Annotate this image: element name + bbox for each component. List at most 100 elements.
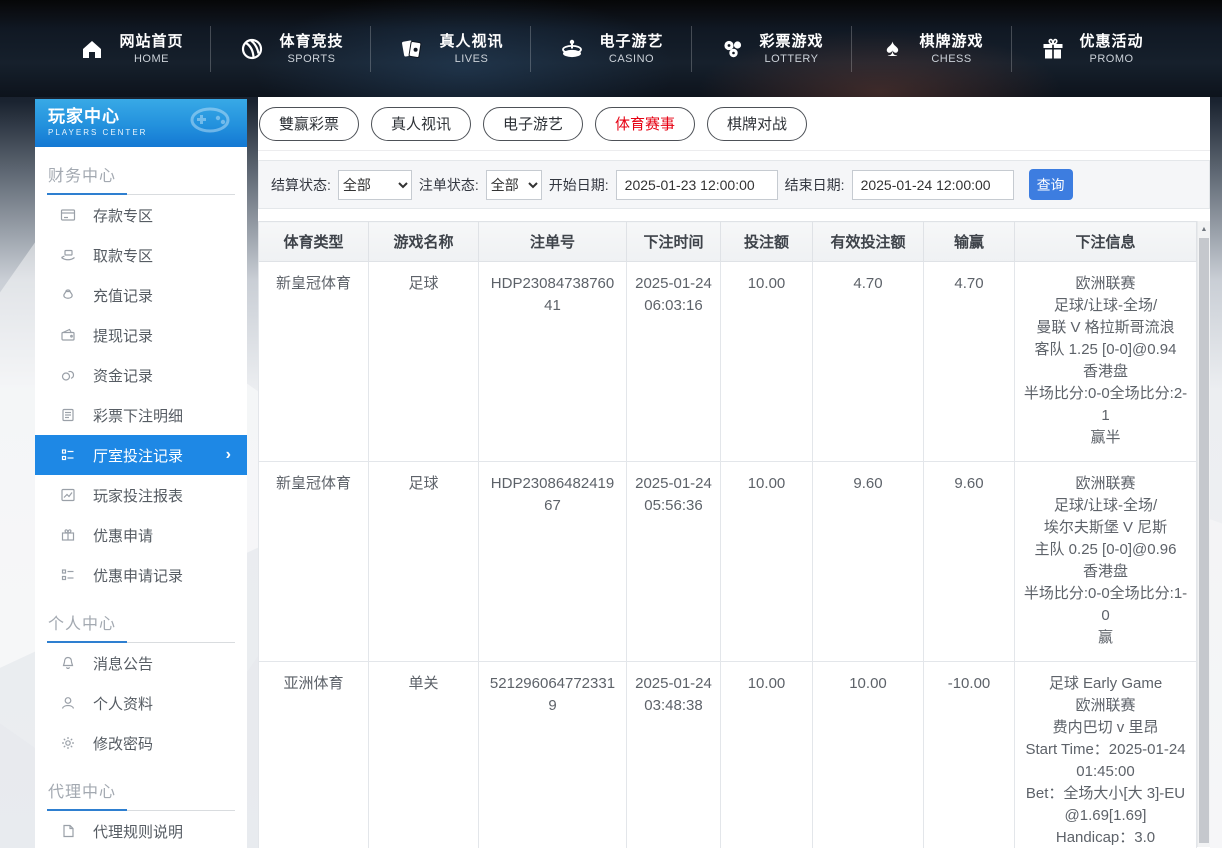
nav-label-en: HOME: [134, 52, 169, 66]
cell-valid-amount: 10.00: [813, 662, 924, 848]
tab-live[interactable]: 真人视讯: [371, 107, 471, 141]
sidebar-item-withdraw[interactable]: 取款专区: [35, 235, 247, 275]
sidebar-section-personal: 个人中心 消息公告 个人资料 修改密码: [35, 595, 247, 763]
cell-sport: 新皇冠体育: [259, 462, 369, 662]
nav-label-zh: 电子游艺: [599, 32, 663, 52]
sidebar-item-hall-bet-record[interactable]: 厅室投注记录 ›: [35, 435, 247, 475]
report-chart-icon: [60, 487, 76, 503]
cell-amount: 10.00: [721, 262, 813, 462]
cell-sport: 新皇冠体育: [259, 262, 369, 462]
end-date-input[interactable]: [852, 170, 1014, 200]
nav-item-casino[interactable]: 电子游艺 CASINO: [531, 26, 691, 72]
promo-gift-icon: [60, 527, 76, 543]
cell-bet-info: 足球 Early Game 欧洲联赛 费内巴切 v 里昂 Start Time：…: [1015, 662, 1197, 848]
col-header-time: 下注时间: [627, 222, 721, 262]
nav-item-chess[interactable]: ♠ 棋牌游戏 CHESS: [852, 26, 1012, 72]
sidebar-item-label: 厅室投注记录: [93, 445, 183, 466]
list-icon: [60, 447, 76, 463]
settle-status-select[interactable]: 全部: [338, 170, 412, 200]
sidebar-item-label: 玩家投注报表: [93, 485, 183, 506]
cell-winloss: 4.70: [924, 262, 1015, 462]
nav-label-zh: 体育竞技: [279, 32, 343, 52]
sidebar-item-agent-rules[interactable]: 代理规则说明: [35, 811, 247, 848]
nav-label-zh: 棋牌游戏: [920, 32, 984, 52]
cell-game: 足球: [369, 462, 479, 662]
sidebar-item-label: 取款专区: [93, 245, 153, 266]
cell-game: 单关: [369, 662, 479, 848]
tab-casino[interactable]: 电子游艺: [483, 107, 583, 141]
query-button[interactable]: 查询: [1029, 169, 1073, 200]
top-navigation-bar: 网站首页 HOME 体育竞技 SPORTS 真人视讯: [0, 0, 1222, 97]
cell-bet-no: HDP2308473876041: [479, 262, 627, 462]
sidebar-item-label: 优惠申请: [93, 525, 153, 546]
tab-chess[interactable]: 棋牌对战: [707, 107, 807, 141]
cell-bet-info: 欧洲联赛 足球/让球-全场/ 埃尔夫斯堡 V 尼斯 主队 0.25 [0-0]@…: [1015, 462, 1197, 662]
table-row: 亚洲体育 单关 5212960647723319 2025-01-24 03:4…: [259, 662, 1197, 848]
category-tabs: 雙赢彩票 真人视讯 电子游艺 体育赛事 棋牌对战: [258, 97, 1210, 151]
sidebar-item-label: 充值记录: [93, 285, 153, 306]
sidebar-item-funds-record[interactable]: 资金记录: [35, 355, 247, 395]
person-icon: [60, 695, 76, 711]
cell-amount: 10.00: [721, 662, 813, 848]
sidebar-item-notices[interactable]: 消息公告: [35, 643, 247, 683]
cell-amount: 10.00: [721, 462, 813, 662]
sidebar-item-profile[interactable]: 个人资料: [35, 683, 247, 723]
cell-time: 2025-01-24 05:56:36: [627, 462, 721, 662]
cell-time: 2025-01-24 03:48:38: [627, 662, 721, 848]
nav-item-home[interactable]: 网站首页 HOME: [51, 26, 211, 72]
nav-label-zh: 彩票游戏: [760, 32, 824, 52]
bell-icon: [60, 655, 76, 671]
nav-item-sports[interactable]: 体育竞技 SPORTS: [211, 26, 371, 72]
cell-winloss: -10.00: [924, 662, 1015, 848]
sidebar-item-player-bet-report[interactable]: 玩家投注报表: [35, 475, 247, 515]
sidebar-item-promo-apply-record[interactable]: 优惠申请记录: [35, 555, 247, 595]
cell-sport: 亚洲体育: [259, 662, 369, 848]
spade-icon: ♠: [879, 35, 907, 63]
tab-sports[interactable]: 体育赛事: [595, 107, 695, 141]
sidebar-item-label: 资金记录: [93, 365, 153, 386]
home-icon: [78, 35, 106, 63]
sidebar-header: 玩家中心 PLAYERS CENTER: [35, 99, 247, 147]
filter-bar: 结算状态: 全部 注单状态: 全部 开始日期: 结束日期: 查询: [258, 160, 1210, 209]
cell-time: 2025-01-24 06:03:16: [627, 262, 721, 462]
nav-item-lottery[interactable]: 彩票游戏 LOTTERY: [692, 26, 852, 72]
settle-status-label: 结算状态:: [271, 175, 331, 195]
order-status-label: 注单状态:: [419, 175, 479, 195]
table-row: 新皇冠体育 足球 HDP2308473876041 2025-01-24 06:…: [259, 262, 1197, 462]
start-date-input[interactable]: [616, 170, 778, 200]
withdraw-hand-icon: [60, 247, 76, 263]
nav-label-en: CASINO: [609, 52, 654, 66]
sidebar: 玩家中心 PLAYERS CENTER 财务中心 存款专区 取款专区 充值记录: [35, 99, 247, 848]
sidebar-item-lottery-bet-detail[interactable]: 彩票下注明细: [35, 395, 247, 435]
tab-label: 棋牌对战: [727, 113, 787, 134]
sidebar-item-deposit[interactable]: 存款专区: [35, 195, 247, 235]
scrollbar-thumb[interactable]: [1199, 238, 1209, 843]
table-row: 新皇冠体育 足球 HDP2308648241967 2025-01-24 05:…: [259, 462, 1197, 662]
gift-icon: [1039, 35, 1067, 63]
sidebar-item-promo-apply[interactable]: 优惠申请: [35, 515, 247, 555]
bet-records-table: 体育类型 游戏名称 注单号 下注时间 投注额 有效投注额 输赢 下注信息 新皇冠…: [258, 221, 1197, 848]
file-icon: [60, 823, 76, 839]
nav-label-en: SPORTS: [287, 52, 335, 66]
sidebar-item-withdrawal-record[interactable]: 提现记录: [35, 315, 247, 355]
nav-label-en: PROMO: [1090, 52, 1134, 66]
table-header-row: 体育类型 游戏名称 注单号 下注时间 投注额 有效投注额 输赢 下注信息: [259, 222, 1197, 262]
sidebar-item-change-password[interactable]: 修改密码: [35, 723, 247, 763]
sidebar-item-recharge-record[interactable]: 充值记录: [35, 275, 247, 315]
nav-label-zh: 真人视讯: [439, 32, 503, 52]
scroll-up-icon[interactable]: ▲: [1198, 221, 1210, 237]
section-title-personal: 个人中心: [47, 595, 235, 643]
tab-lottery[interactable]: 雙赢彩票: [259, 107, 359, 141]
nav-label-en: LOTTERY: [764, 52, 818, 66]
sidebar-item-label: 彩票下注明细: [93, 405, 183, 426]
col-header-bet-no: 注单号: [479, 222, 627, 262]
tab-label: 电子游艺: [503, 113, 563, 134]
nav-item-lives[interactable]: 真人视讯 LIVES: [371, 26, 531, 72]
order-status-select[interactable]: 全部: [486, 170, 542, 200]
gamepad-icon: [187, 105, 233, 144]
section-title-finance: 财务中心: [47, 147, 235, 195]
gear-icon: [60, 735, 76, 751]
cell-bet-no: 5212960647723319: [479, 662, 627, 848]
table-scrollbar[interactable]: ▲: [1197, 221, 1210, 847]
nav-item-promo[interactable]: 优惠活动 PROMO: [1012, 26, 1171, 72]
